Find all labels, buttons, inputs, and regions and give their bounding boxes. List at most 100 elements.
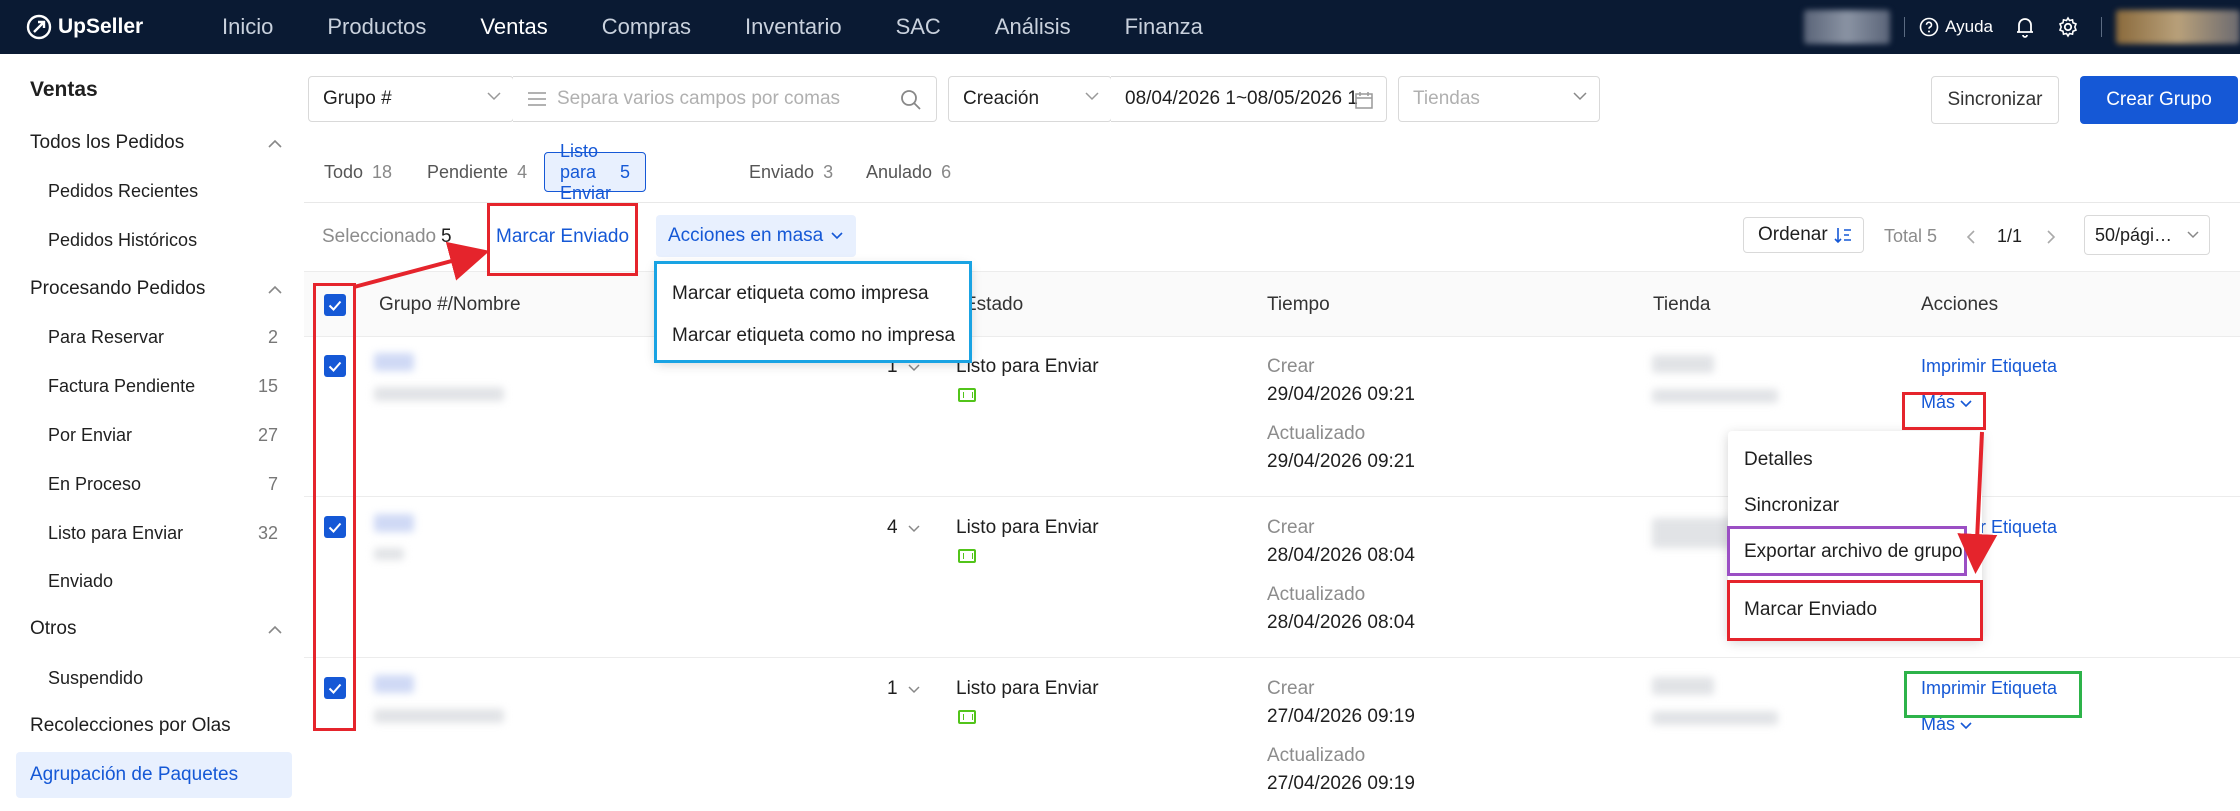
- chevron-up-icon: [268, 139, 282, 148]
- account-blurred[interactable]: [1804, 10, 1891, 44]
- sidebar-item-label: Para Reservar: [48, 327, 165, 347]
- brand-name: UpSeller: [58, 15, 144, 38]
- sidebar-item-pedidos-historicos[interactable]: Pedidos Históricos: [48, 230, 278, 251]
- tab-listo-para-enviar[interactable]: Listo para Enviar 5: [544, 141, 647, 203]
- date-range-input[interactable]: 08/04/2026 1~08/05/2026 1: [1111, 76, 1387, 122]
- store-detail-blurred: [1652, 389, 1778, 403]
- bulk-actions-menu: Marcar etiqueta como impresa Marcar etiq…: [656, 263, 970, 361]
- row-checkbox[interactable]: [324, 677, 346, 699]
- nav-inventario[interactable]: Inventario: [745, 14, 842, 40]
- sidebar-item-pedidos-recientes[interactable]: Pedidos Recientes: [48, 181, 278, 202]
- create-group-button[interactable]: Crear Grupo: [2080, 76, 2238, 124]
- menu-item-details[interactable]: Detalles: [1744, 449, 1813, 471]
- print-label-link[interactable]: Imprimir Etiqueta: [1921, 356, 2057, 377]
- group-number-blurred[interactable]: [374, 675, 414, 693]
- bell-button[interactable]: [2015, 16, 2035, 38]
- group-qty: 4: [887, 517, 898, 538]
- sidebar-group-otros[interactable]: Otros: [30, 618, 282, 640]
- checkmark-icon: [328, 683, 342, 694]
- group-field-select[interactable]: Grupo #: [308, 76, 514, 122]
- top-right-tools: Ayuda: [1804, 0, 2240, 54]
- group-number-blurred[interactable]: [374, 514, 414, 532]
- date-type-value: Creación: [963, 88, 1040, 109]
- group-name-blurred: [374, 387, 504, 401]
- bulk-actions-button[interactable]: Acciones en masa: [656, 215, 856, 257]
- search-input[interactable]: Separa varios campos por comas: [513, 76, 937, 122]
- updated-label: Actualizado: [1267, 423, 1366, 444]
- sidebar-item-en-proceso[interactable]: En Proceso 7: [48, 474, 278, 495]
- chevron-up-icon: [268, 285, 282, 294]
- sidebar-item-count: 27: [257, 425, 278, 445]
- sidebar-group-todos[interactable]: Todos los Pedidos: [30, 132, 282, 154]
- store-select[interactable]: Tiendas: [1398, 76, 1600, 122]
- sidebar-item-por-enviar[interactable]: Por Enviar 27: [48, 425, 278, 446]
- sync-button[interactable]: Sincronizar: [1931, 76, 2059, 124]
- filter-bar: Grupo # Separa varios campos por comas C…: [304, 54, 2240, 203]
- nav-ventas[interactable]: Ventas: [480, 14, 547, 40]
- tab-anulado[interactable]: Anulado 6: [866, 152, 951, 192]
- selected-label: Seleccionado: [322, 226, 437, 247]
- chevron-down-icon: [1960, 722, 1972, 730]
- chevron-down-icon: [2187, 231, 2199, 239]
- chevron-right-icon[interactable]: [2046, 229, 2056, 245]
- nav-inicio[interactable]: Inicio: [222, 14, 273, 40]
- tab-label: Enviado: [749, 161, 815, 182]
- chevron-down-icon[interactable]: [908, 525, 920, 533]
- sidebar-item-suspendido[interactable]: Suspendido: [48, 668, 278, 689]
- chevron-down-icon[interactable]: [908, 686, 920, 694]
- sidebar-item-para-reservar[interactable]: Para Reservar 2: [48, 327, 278, 348]
- column-header-actions: Acciones: [1921, 294, 1999, 315]
- nav-finanza[interactable]: Finanza: [1125, 14, 1203, 40]
- more-dropdown[interactable]: Más: [1921, 714, 1972, 735]
- bulk-actions-label: Acciones en masa: [668, 225, 824, 246]
- group-qty: 1: [887, 678, 898, 699]
- sidebar-group-label: Todos los Pedidos: [30, 132, 185, 153]
- row-checkbox[interactable]: [324, 516, 346, 538]
- nav-sac[interactable]: SAC: [896, 14, 941, 40]
- table-row: 1 Listo para Enviar Crear 27/04/2026 09:…: [304, 659, 2240, 811]
- tab-enviado[interactable]: Enviado 3: [749, 152, 833, 192]
- nav-analisis[interactable]: Análisis: [995, 14, 1071, 40]
- menu-item-sync[interactable]: Sincronizar: [1744, 495, 1839, 517]
- sidebar-item-enviado[interactable]: Enviado: [48, 571, 278, 592]
- chevron-left-icon[interactable]: [1966, 229, 1976, 245]
- sidebar-item-listo-para-enviar[interactable]: Listo para Enviar 32: [48, 523, 278, 544]
- menu-item-mark-shipped[interactable]: Marcar Enviado: [1744, 599, 1877, 621]
- chevron-down-icon[interactable]: [908, 364, 920, 372]
- tab-label: Pendiente: [427, 161, 509, 182]
- sidebar-item-count: 15: [257, 376, 278, 396]
- sidebar-item-factura-pendiente[interactable]: Factura Pendiente 15: [48, 376, 278, 397]
- tab-pendiente[interactable]: Pendiente 4: [427, 152, 527, 192]
- upseller-logo[interactable]: UpSeller: [26, 14, 166, 40]
- sort-button[interactable]: Ordenar: [1743, 217, 1864, 253]
- chevron-down-icon: [831, 232, 843, 240]
- nav-compras[interactable]: Compras: [602, 14, 691, 40]
- nav-productos[interactable]: Productos: [327, 14, 426, 40]
- row-checkbox[interactable]: [324, 355, 346, 377]
- more-dropdown[interactable]: Más: [1921, 392, 1972, 413]
- search-icon[interactable]: [900, 89, 922, 111]
- page-size-select[interactable]: 50/pági…: [2084, 215, 2210, 255]
- barcode-icon: [958, 710, 976, 724]
- print-label-link[interactable]: Imprimir Etiqueta: [1921, 678, 2057, 699]
- select-all-checkbox[interactable]: [324, 294, 346, 316]
- sort-label: Ordenar: [1758, 224, 1828, 245]
- group-number-blurred[interactable]: [374, 353, 414, 371]
- tab-count: 3: [823, 161, 834, 182]
- sidebar-item-agrupacion[interactable]: Agrupación de Paquetes: [16, 752, 292, 798]
- menu-item-export-group[interactable]: Exportar archivo de grupo: [1744, 541, 1963, 563]
- sidebar-group-procesando[interactable]: Procesando Pedidos: [30, 278, 282, 300]
- profile-blurred[interactable]: [2116, 10, 2240, 44]
- mark-shipped-button[interactable]: Marcar Enviado: [496, 226, 629, 248]
- checkmark-icon: [328, 522, 342, 533]
- menu-item-mark-printed[interactable]: Marcar etiqueta como impresa: [672, 283, 929, 305]
- date-type-select[interactable]: Creación: [948, 76, 1112, 122]
- sidebar-item-count: 7: [267, 474, 278, 494]
- menu-item-mark-unprinted[interactable]: Marcar etiqueta como no impresa: [672, 325, 955, 347]
- sidebar-item-label: Pedidos Recientes: [48, 181, 199, 201]
- tab-todo[interactable]: Todo 18: [324, 152, 392, 192]
- settings-button[interactable]: [2057, 16, 2079, 38]
- sidebar-item-recolecciones[interactable]: Recolecciones por Olas: [30, 715, 282, 737]
- divider: [2101, 17, 2102, 37]
- help-link[interactable]: Ayuda: [1919, 17, 1993, 37]
